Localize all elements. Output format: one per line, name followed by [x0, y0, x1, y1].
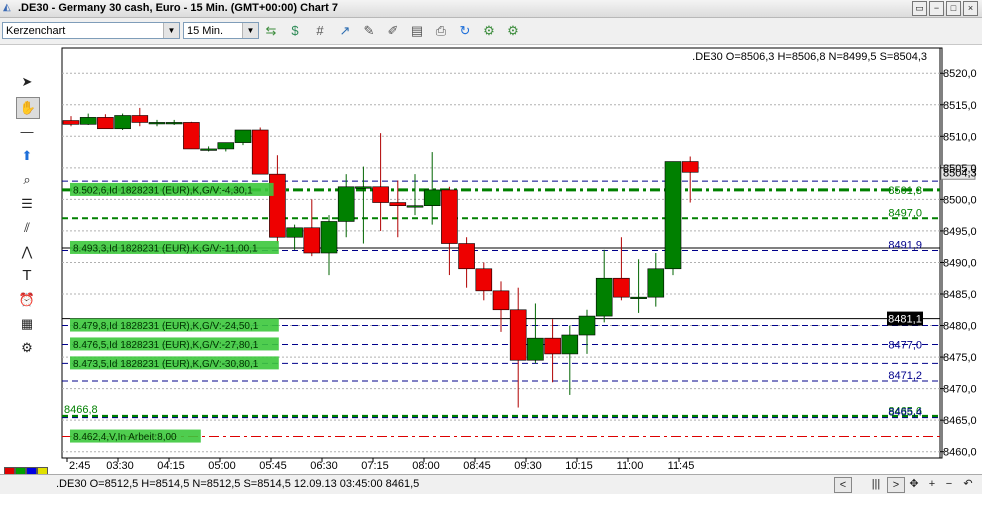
crosshair-price-label: 8481,1	[888, 314, 922, 326]
candle-body	[200, 148, 217, 151]
y-tick-label: 8515,0	[943, 100, 977, 112]
candle-body	[62, 120, 80, 125]
order-label-text: 8.473,5,Id 1828231 (EUR),K,G/V:-30,80,1	[73, 359, 259, 370]
candle-body	[355, 186, 372, 189]
candle-body	[97, 117, 114, 130]
candle-body	[613, 277, 630, 298]
move-icon[interactable]: ✥	[907, 477, 921, 491]
candle-body	[114, 115, 131, 130]
y-tick-label: 8460,0	[943, 447, 977, 459]
x-tick-label: 11:00	[617, 460, 644, 472]
candle-body	[475, 268, 493, 292]
order-price-label: 8477,0	[888, 339, 922, 351]
candle-body	[131, 115, 149, 123]
undo-icon[interactable]: ↶	[961, 477, 975, 491]
x-tick-label: 06:30	[310, 460, 338, 472]
candle-body	[303, 227, 321, 254]
candle-body	[165, 122, 183, 125]
y-tick-label: 8505,0	[943, 163, 977, 175]
y-tick-label: 8510,0	[943, 131, 977, 143]
order-label-text: 8.462,4,V,In Arbeit:8,00	[73, 432, 177, 443]
x-tick-label: 10:15	[565, 460, 593, 472]
order-price-label: 8501,3	[888, 185, 922, 197]
candle-body	[389, 202, 407, 206]
level-price-label: 8471,2	[888, 370, 922, 382]
x-tick-label: 07:15	[361, 460, 389, 472]
y-tick-label: 8475,0	[943, 352, 977, 364]
y-tick-label: 8485,0	[943, 289, 977, 301]
stop-level-label: 8466,8	[64, 404, 98, 416]
candle-body	[441, 189, 458, 244]
candlestick-chart[interactable]: 8497,08491,98471,28465,68465,48.502,6,Id…	[0, 0, 982, 525]
candle-body	[561, 334, 579, 355]
x-tick-label: 03:30	[106, 460, 134, 472]
candle-body	[578, 315, 596, 336]
candle-body	[681, 161, 699, 173]
x-tick-label: 09:30	[514, 460, 542, 472]
level-price-label: 8497,0	[888, 207, 922, 219]
x-tick-label: 05:00	[208, 460, 236, 472]
candle-body	[148, 122, 166, 125]
candle-body	[458, 243, 475, 270]
y-tick-label: 8490,0	[943, 257, 977, 269]
level-price-label: 8491,9	[888, 239, 922, 251]
candle-body	[595, 277, 613, 317]
x-tick-label: 04:15	[157, 460, 185, 472]
scroll-left-button[interactable]: <	[834, 477, 852, 493]
candle-body	[492, 290, 510, 311]
candle-body	[286, 227, 303, 238]
candle-body	[183, 122, 200, 150]
candle-body	[251, 129, 269, 175]
y-tick-label: 8465,0	[943, 415, 977, 427]
status-bar: .DE30 O=8512,5 H=8514,5 N=8512,5 S=8514,…	[0, 474, 982, 494]
order-label-text: 8.476,5,Id 1828231 (EUR),K,G/V:-27,80,1	[73, 340, 259, 351]
y-tick-label: 8495,0	[943, 226, 977, 238]
y-tick-label: 8480,0	[943, 321, 977, 333]
candle-body	[406, 205, 424, 208]
candle-body	[664, 161, 682, 270]
candle-body	[217, 142, 235, 150]
candle-body	[79, 117, 97, 125]
x-tick-label: 05:45	[259, 460, 287, 472]
candle-body	[527, 337, 544, 361]
y-tick-label: 8520,0	[943, 68, 977, 80]
level-price-label: 8465,4	[888, 407, 922, 419]
candle-body	[544, 337, 561, 355]
y-tick-label: 8470,0	[943, 384, 977, 396]
status-text: .DE30 O=8512,5 H=8514,5 N=8512,5 S=8514,…	[56, 478, 420, 490]
order-label-text: 8.479,8,Id 1828231 (EUR),K,G/V:-24,50,1	[73, 321, 259, 332]
candle-body	[337, 186, 355, 222]
y-tick-label: 8500,0	[943, 194, 977, 206]
candle-body	[234, 129, 252, 143]
x-tick-label: 11:45	[668, 460, 695, 472]
candle-body	[320, 221, 338, 254]
x-tick-label: 2:45	[69, 460, 90, 472]
candle-body	[509, 309, 527, 361]
order-label-text: 8.502,6,Id 1828231 (EUR),K,G/V:-4,30,1	[73, 185, 253, 196]
zoom-out-button[interactable]: −	[943, 477, 955, 491]
candle-body	[423, 189, 441, 206]
x-tick-label: 08:00	[412, 460, 440, 472]
scrollbar-thumb[interactable]: |||	[868, 477, 884, 491]
order-label-text: 8.493,3,Id 1828231 (EUR),K,G/V:-11,00,1	[73, 243, 258, 254]
zoom-in-button[interactable]: +	[926, 477, 938, 491]
candle-body	[630, 296, 647, 299]
x-tick-label: 08:45	[463, 460, 491, 472]
candle-body	[647, 268, 665, 298]
candle-body	[372, 186, 389, 203]
scroll-right-button[interactable]: >	[887, 477, 905, 493]
chart-header: .DE30 O=8506,3 H=8506,8 N=8499,5 S=8504,…	[692, 51, 927, 63]
